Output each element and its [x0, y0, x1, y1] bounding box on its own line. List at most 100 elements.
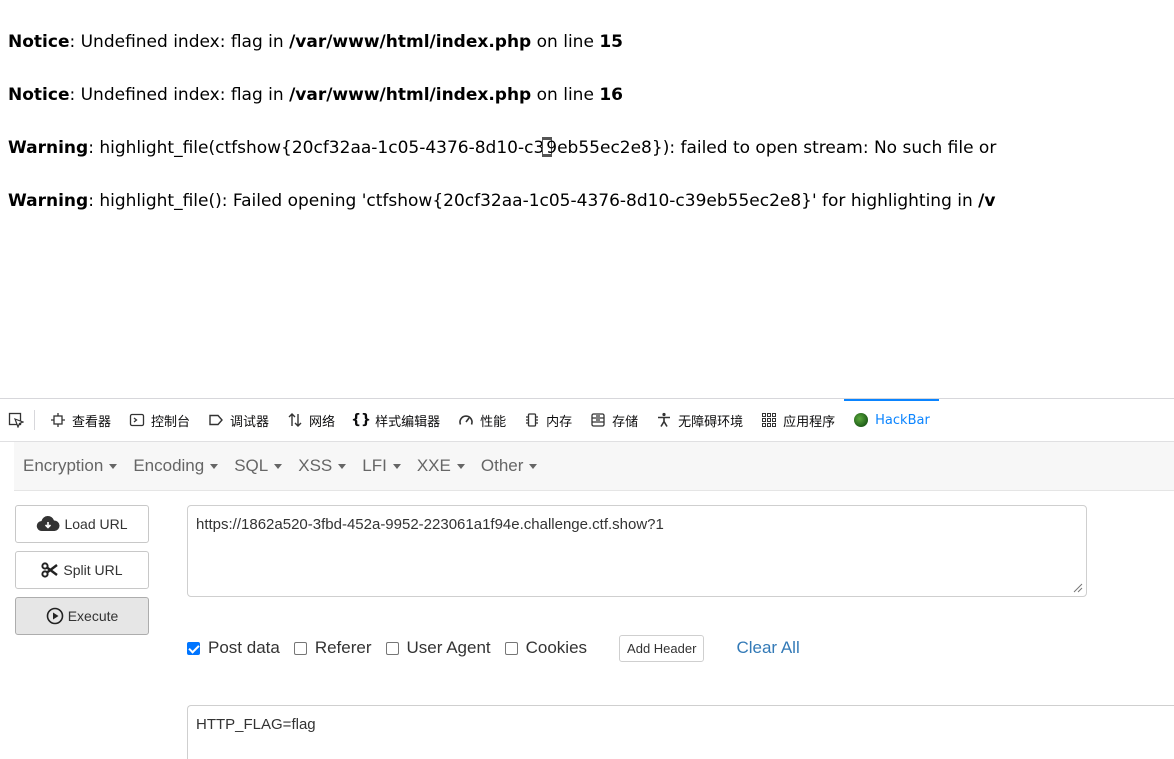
tab-application[interactable]: 应用程序	[752, 399, 844, 441]
accessibility-icon	[656, 412, 672, 428]
url-textarea[interactable]: https://1862a520-3fbd-452a-9952-223061a1…	[187, 505, 1087, 597]
error-file: /v	[978, 191, 996, 211]
add-header-button[interactable]: Add Header	[619, 634, 705, 662]
menu-lfi[interactable]: LFI	[354, 456, 409, 476]
tab-hackbar[interactable]: HackBar	[844, 399, 939, 441]
tab-accessibility[interactable]: 无障碍环境	[647, 399, 752, 441]
checkbox-box[interactable]	[187, 641, 200, 655]
menu-label: SQL	[234, 456, 269, 475]
tab-performance[interactable]: 性能	[449, 399, 515, 441]
warning-line-2: Warning: highlight_file(): Failed openin…	[8, 189, 1174, 213]
load-url-button[interactable]: Load URL	[15, 505, 149, 543]
scissors-icon	[41, 562, 59, 578]
menu-encryption[interactable]: Encryption	[14, 456, 125, 476]
menu-xxe[interactable]: XXE	[409, 456, 473, 476]
error-message: : highlight_file(): Failed opening 'ctfs…	[88, 191, 979, 211]
referer-checkbox[interactable]: Referer	[293, 638, 372, 658]
tab-console[interactable]: 控制台	[120, 399, 199, 441]
caret-down-icon	[274, 463, 283, 469]
error-level: Notice	[8, 32, 70, 52]
error-file: /var/www/html/index.php	[289, 85, 532, 105]
menu-encoding[interactable]: Encoding	[125, 456, 226, 476]
application-icon	[761, 412, 777, 428]
menu-other[interactable]: Other	[473, 456, 546, 476]
cookies-checkbox[interactable]: Cookies	[504, 638, 588, 658]
tab-label: 性能	[480, 414, 507, 430]
menu-xss[interactable]: XSS	[290, 456, 354, 476]
debugger-icon	[208, 412, 224, 428]
post-data-textarea[interactable]: HTTP_FLAG=flag	[187, 705, 1174, 759]
memory-icon	[524, 412, 540, 428]
error-tail: on line	[531, 32, 600, 52]
hackbar-body: Load URL Split URL Execute https://1862a…	[0, 491, 1174, 759]
network-icon	[287, 412, 303, 428]
checkbox-label: Referer	[314, 638, 372, 657]
notice-line-1: Notice: Undefined index: flag in /var/ww…	[8, 30, 1174, 54]
tab-label: 样式编辑器	[375, 414, 441, 430]
tab-label: 调试器	[230, 414, 270, 430]
toolbar-separator	[34, 410, 35, 430]
button-label: Load URL	[64, 516, 128, 532]
checkbox-label: Post data	[208, 638, 280, 657]
caret-down-icon	[529, 463, 538, 469]
menu-label: XSS	[298, 456, 333, 475]
console-icon	[129, 412, 145, 428]
user-agent-checkbox[interactable]: User Agent	[385, 638, 491, 658]
play-circle-icon	[46, 607, 64, 625]
clear-all-link[interactable]: Clear All	[736, 638, 799, 658]
performance-icon	[458, 412, 474, 428]
caret-down-icon	[392, 463, 401, 469]
menu-label: Encoding	[133, 456, 205, 475]
error-message: : Undefined index: flag in	[69, 32, 290, 52]
tab-inspector[interactable]: 查看器	[41, 399, 120, 441]
caret-down-icon	[338, 463, 347, 469]
hackbar-icon	[853, 412, 869, 428]
checkbox-box[interactable]	[293, 641, 307, 655]
tab-label: 应用程序	[783, 414, 836, 430]
tab-label: 内存	[546, 414, 573, 430]
menu-label: LFI	[362, 456, 387, 475]
inspector-icon	[50, 412, 66, 428]
split-url-button[interactable]: Split URL	[15, 551, 149, 589]
devtools-panel: 查看器 控制台 调试器 网络 {} 样式编辑器 性能 内存 存储 无障碍环境 应…	[0, 398, 1174, 759]
error-line-number: 16	[599, 85, 623, 105]
menu-sql[interactable]: SQL	[226, 456, 290, 476]
caret-down-icon	[109, 463, 118, 469]
menu-label: XXE	[416, 456, 451, 475]
error-level: Warning	[8, 138, 89, 158]
error-message-cont: 9eb55ec2e8}): failed to open stream: No …	[546, 138, 997, 158]
error-tail: on line	[531, 85, 600, 105]
tab-storage[interactable]: 存储	[581, 399, 647, 441]
checkbox-box[interactable]	[504, 641, 518, 655]
error-message: : Undefined index: flag in	[69, 85, 290, 105]
checkbox-label: User Agent	[406, 638, 491, 657]
tab-label: 控制台	[151, 414, 191, 430]
checkbox-box[interactable]	[385, 641, 399, 655]
warning-line-1: Warning: highlight_file(ctfshow{20cf32aa…	[8, 136, 1174, 160]
caret-down-icon	[456, 463, 465, 469]
hackbar-menubar: Encryption Encoding SQL XSS LFI XXE Othe…	[14, 442, 1174, 491]
devtools-tabstrip: 查看器 控制台 调试器 网络 {} 样式编辑器 性能 内存 存储 无障碍环境 应…	[0, 399, 1174, 442]
button-label: Execute	[67, 608, 119, 624]
checkbox-label: Cookies	[525, 638, 588, 657]
menu-label: Other	[480, 456, 524, 475]
post-data-checkbox[interactable]: Post data	[187, 638, 280, 658]
error-message: : highlight_file(ctfshow{20cf32aa-1c05-4…	[88, 138, 545, 158]
tab-label: 网络	[309, 414, 336, 430]
button-label: Split URL	[63, 562, 123, 578]
error-level: Warning	[8, 191, 89, 211]
options-row: Post data Referer User Agent Cookies Add…	[187, 633, 800, 663]
element-picker-icon[interactable]	[8, 412, 24, 428]
tab-label: 查看器	[72, 414, 112, 430]
url-value: https://1862a520-3fbd-452a-9952-223061a1…	[196, 516, 664, 533]
page: Notice: Undefined index: flag in /var/ww…	[0, 0, 1174, 759]
error-line-number: 15	[599, 32, 623, 52]
style-editor-icon: {}	[351, 412, 372, 428]
tab-network[interactable]: 网络	[278, 399, 344, 441]
resize-grip-icon[interactable]	[1071, 581, 1083, 593]
tab-debugger[interactable]: 调试器	[199, 399, 278, 441]
tab-style-editor[interactable]: {} 样式编辑器	[344, 399, 449, 441]
tab-memory[interactable]: 内存	[515, 399, 581, 441]
execute-button[interactable]: Execute	[15, 597, 149, 635]
storage-icon	[590, 412, 606, 428]
